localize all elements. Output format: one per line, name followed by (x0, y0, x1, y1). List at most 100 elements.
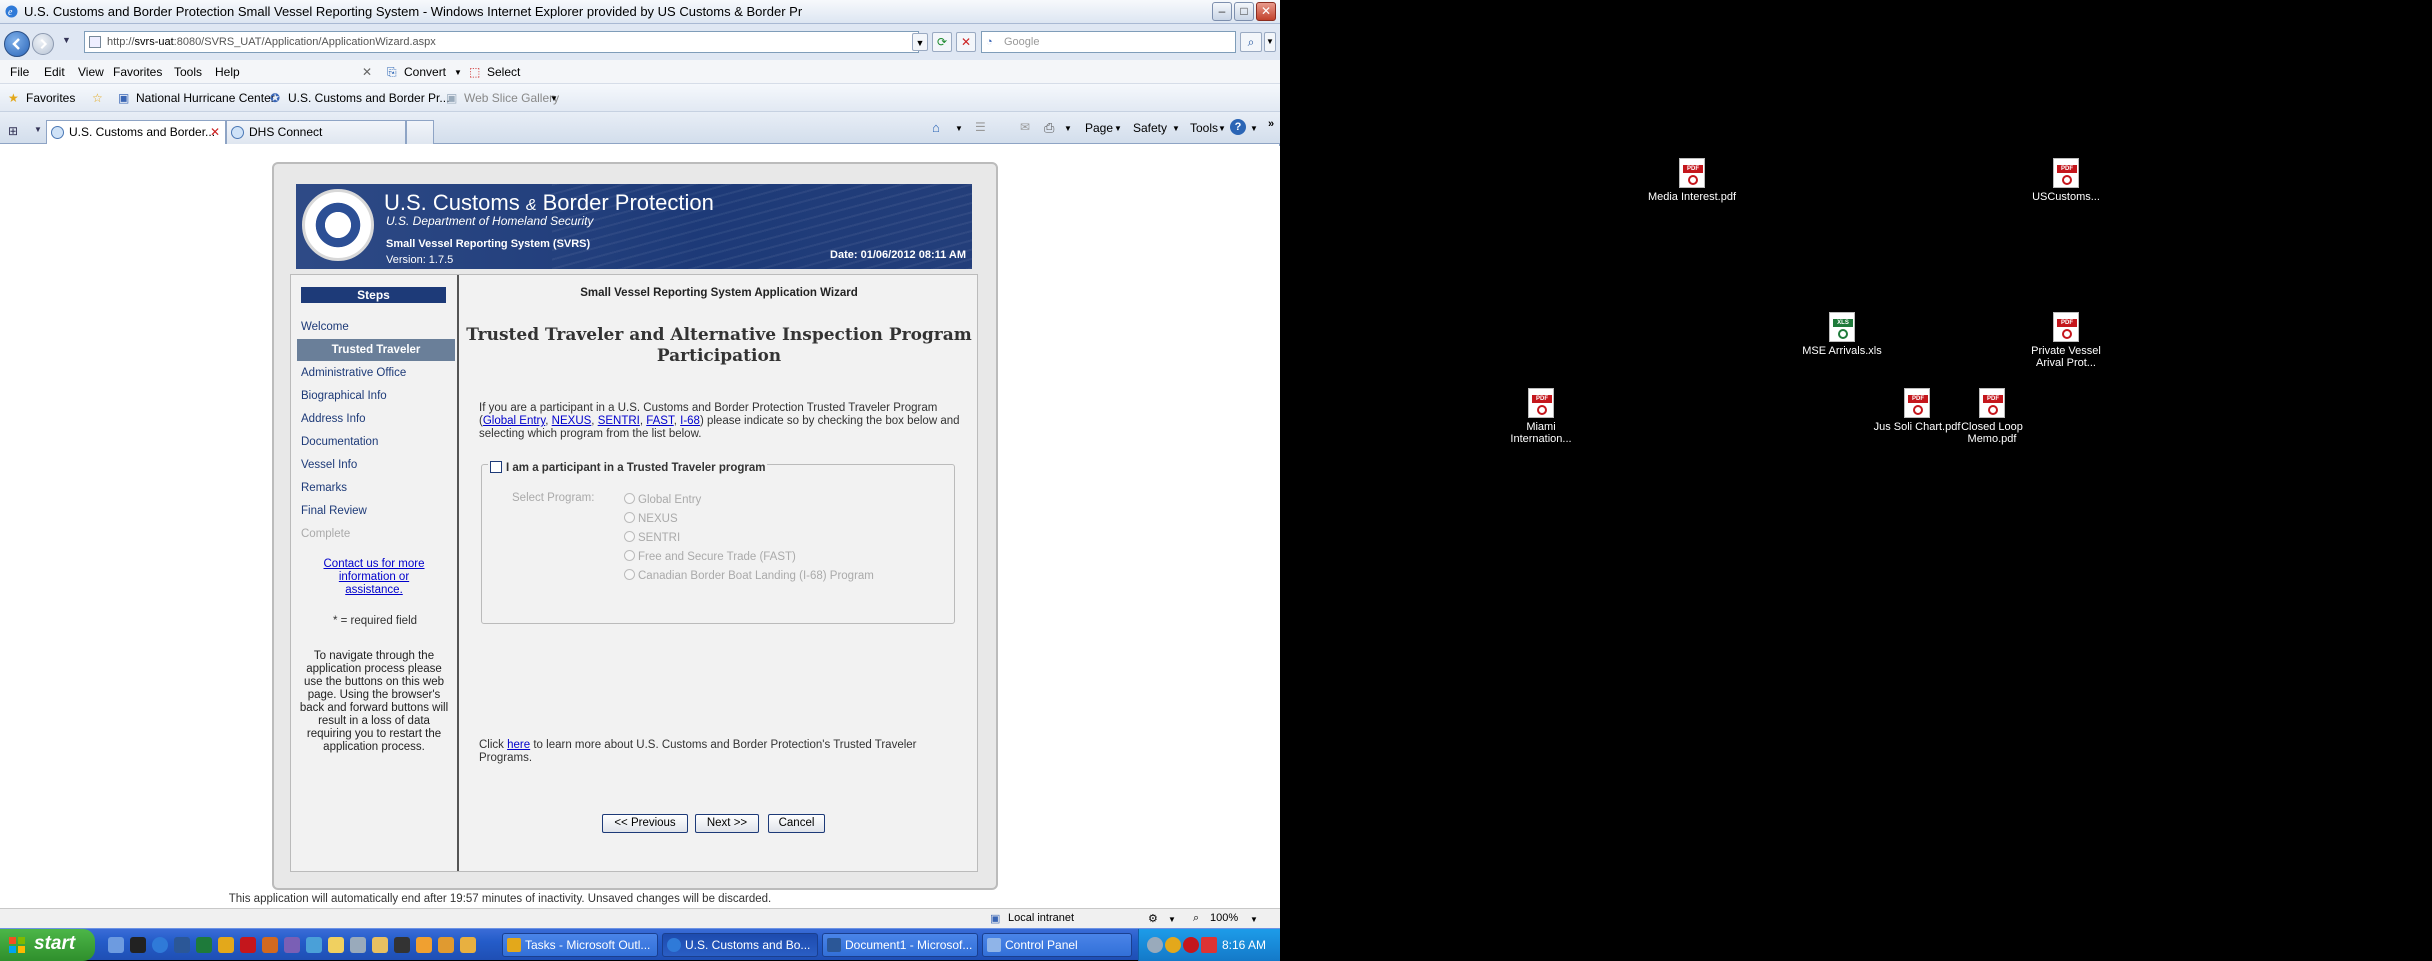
tray-network-icon[interactable] (1147, 937, 1163, 953)
menu-help[interactable]: Help (215, 65, 240, 79)
link-sentri[interactable]: SENTRI (598, 415, 640, 427)
feeds-icon[interactable]: ☰ (975, 120, 986, 134)
fav-national-hurricane-center[interactable]: National Hurricane Center (136, 91, 275, 105)
search-button[interactable]: ⌕ (1240, 32, 1262, 52)
quicklaunch-cmd-icon[interactable] (130, 937, 146, 953)
link-global-entry[interactable]: Global Entry (483, 415, 545, 427)
zoom-level[interactable]: 100% (1210, 912, 1238, 924)
tray-alert-icon[interactable] (1201, 937, 1217, 953)
maximize-button[interactable]: □ (1234, 2, 1254, 21)
safety-menu-dropdown-icon[interactable]: ▼ (1172, 124, 1180, 133)
quicklaunch-tool-icon[interactable] (394, 937, 410, 953)
quicklaunch-overflow-icon[interactable] (460, 937, 476, 953)
cancel-button[interactable]: Cancel (768, 814, 825, 833)
convert-dropdown-icon[interactable]: ▼ (454, 68, 462, 77)
close-window-button[interactable]: ✕ (1256, 2, 1276, 21)
close-toolbar-icon[interactable]: ✕ (362, 65, 372, 79)
tools-menu[interactable]: Tools (1190, 121, 1218, 135)
mail-icon[interactable]: ✉ (1020, 120, 1030, 134)
home-dropdown-icon[interactable]: ▼ (955, 124, 963, 133)
quicklaunch-printer-icon[interactable] (350, 937, 366, 953)
here-link[interactable]: here (507, 739, 530, 751)
desktop-icon-miami[interactable]: PDF Miami Internation... (1496, 388, 1586, 445)
menu-tools[interactable]: Tools (174, 65, 202, 79)
radio-nexus[interactable]: NEXUS (624, 512, 678, 525)
recent-pages-chevron-icon[interactable]: ▼ (62, 35, 71, 45)
search-input[interactable]: ◔ Google (981, 31, 1236, 53)
link-fast[interactable]: FAST (646, 415, 673, 427)
quicklaunch-powerpoint-icon[interactable] (262, 937, 278, 953)
desktop-icon-uscustoms[interactable]: PDF USCustoms... (2021, 158, 2111, 203)
help-dropdown-icon[interactable]: ▼ (1250, 124, 1258, 133)
print-icon[interactable]: ⎙ (1044, 120, 1054, 136)
safety-menu[interactable]: Safety (1133, 121, 1167, 135)
quicklaunch-outlook-icon[interactable] (218, 937, 234, 953)
tray-security-icon[interactable] (1165, 937, 1181, 953)
previous-button[interactable]: << Previous (602, 814, 688, 833)
address-bar[interactable]: http://svrs-uat:8080/SVRS_UAT/Applicatio… (84, 31, 919, 53)
desktop-icon-media-interest[interactable]: PDF Media Interest.pdf (1647, 158, 1737, 203)
address-dropdown-button[interactable]: ▼ (912, 33, 928, 51)
quicklaunch-ie-icon[interactable] (152, 937, 168, 953)
radio-fast[interactable]: Free and Secure Trade (FAST) (624, 550, 796, 563)
quicklaunch-app-icon[interactable] (306, 937, 322, 953)
back-button[interactable] (4, 31, 30, 57)
protected-mode-dropdown-icon[interactable]: ▼ (1168, 915, 1176, 924)
quicklaunch-acrobat-icon[interactable] (240, 937, 256, 953)
add-favorite-icon[interactable]: ☆ (92, 91, 103, 105)
toolbar-overflow-icon[interactable]: » (1268, 118, 1274, 130)
tab-dhs-connect[interactable]: DHS Connect (226, 120, 406, 144)
menu-edit[interactable]: Edit (44, 65, 65, 79)
task-control-panel[interactable]: Control Panel (982, 933, 1132, 957)
fav-us-customs[interactable]: U.S. Customs and Border Pr... (288, 91, 449, 105)
web-slice-dropdown-icon[interactable]: ▼ (550, 94, 558, 103)
convert-button[interactable]: Convert (404, 65, 446, 79)
task-ie[interactable]: U.S. Customs and Bo... (662, 933, 818, 957)
print-dropdown-icon[interactable]: ▼ (1064, 124, 1072, 133)
tray-antivirus-icon[interactable] (1183, 937, 1199, 953)
menu-view[interactable]: View (78, 65, 104, 79)
page-menu[interactable]: Page (1085, 121, 1113, 135)
quicklaunch-excel-icon[interactable] (196, 937, 212, 953)
next-button[interactable]: Next >> (695, 814, 759, 833)
radio-i68[interactable]: Canadian Border Boat Landing (I-68) Prog… (624, 569, 874, 582)
task-outlook[interactable]: Tasks - Microsoft Outl... (502, 933, 658, 957)
close-tab-icon[interactable]: ✕ (210, 121, 220, 143)
quicklaunch-explorer-icon[interactable] (372, 937, 388, 953)
desktop-icon-private-vessel[interactable]: PDF Private Vessel Arival Prot... (2021, 312, 2111, 369)
link-nexus[interactable]: NEXUS (552, 415, 592, 427)
radio-sentri[interactable]: SENTRI (624, 531, 680, 544)
select-button[interactable]: Select (487, 65, 520, 79)
new-tab-button[interactable] (406, 120, 434, 144)
menu-favorites[interactable]: Favorites (113, 65, 162, 79)
help-icon[interactable]: ? (1230, 119, 1246, 135)
search-options-button[interactable]: ▼ (1264, 32, 1276, 52)
quicklaunch-extra-icon[interactable] (438, 937, 454, 953)
forward-button[interactable] (32, 33, 54, 55)
link-i68[interactable]: I-68 (680, 415, 700, 427)
trusted-traveler-checkbox[interactable] (490, 461, 502, 473)
tools-menu-dropdown-icon[interactable]: ▼ (1218, 124, 1226, 133)
radio-global-entry[interactable]: Global Entry (624, 493, 701, 506)
fav-web-slice-gallery[interactable]: Web Slice Gallery (464, 91, 559, 105)
quicklaunch-folder-icon[interactable] (328, 937, 344, 953)
contact-us-link[interactable]: Contact us for more information or assis… (309, 558, 439, 597)
quicklaunch-word-icon[interactable] (174, 937, 190, 953)
page-menu-dropdown-icon[interactable]: ▼ (1114, 124, 1122, 133)
quicklaunch-misc-icon[interactable] (416, 937, 432, 953)
quicklaunch-desktop-icon[interactable] (108, 937, 124, 953)
desktop-icon-mse-arrivals[interactable]: XLS MSE Arrivals.xls (1797, 312, 1887, 357)
tab-us-customs[interactable]: U.S. Customs and Border... ✕ (46, 120, 226, 144)
start-button[interactable]: start (0, 929, 95, 961)
quick-tabs-icon[interactable]: ⊞ (8, 124, 18, 138)
favorites-button[interactable]: Favorites (26, 91, 75, 105)
zoom-dropdown-icon[interactable]: ▼ (1250, 915, 1258, 924)
minimize-button[interactable]: – (1212, 2, 1232, 21)
menu-file[interactable]: File (10, 65, 29, 79)
tab-list-dropdown-icon[interactable]: ▼ (34, 125, 42, 134)
protected-mode-icon[interactable]: ⚙ (1148, 912, 1158, 925)
desktop-icon-closed-loop[interactable]: PDF Closed Loop Memo.pdf (1947, 388, 2037, 445)
task-word[interactable]: Document1 - Microsof... (822, 933, 978, 957)
quicklaunch-onenote-icon[interactable] (284, 937, 300, 953)
refresh-button[interactable]: ⟳ (932, 32, 952, 52)
